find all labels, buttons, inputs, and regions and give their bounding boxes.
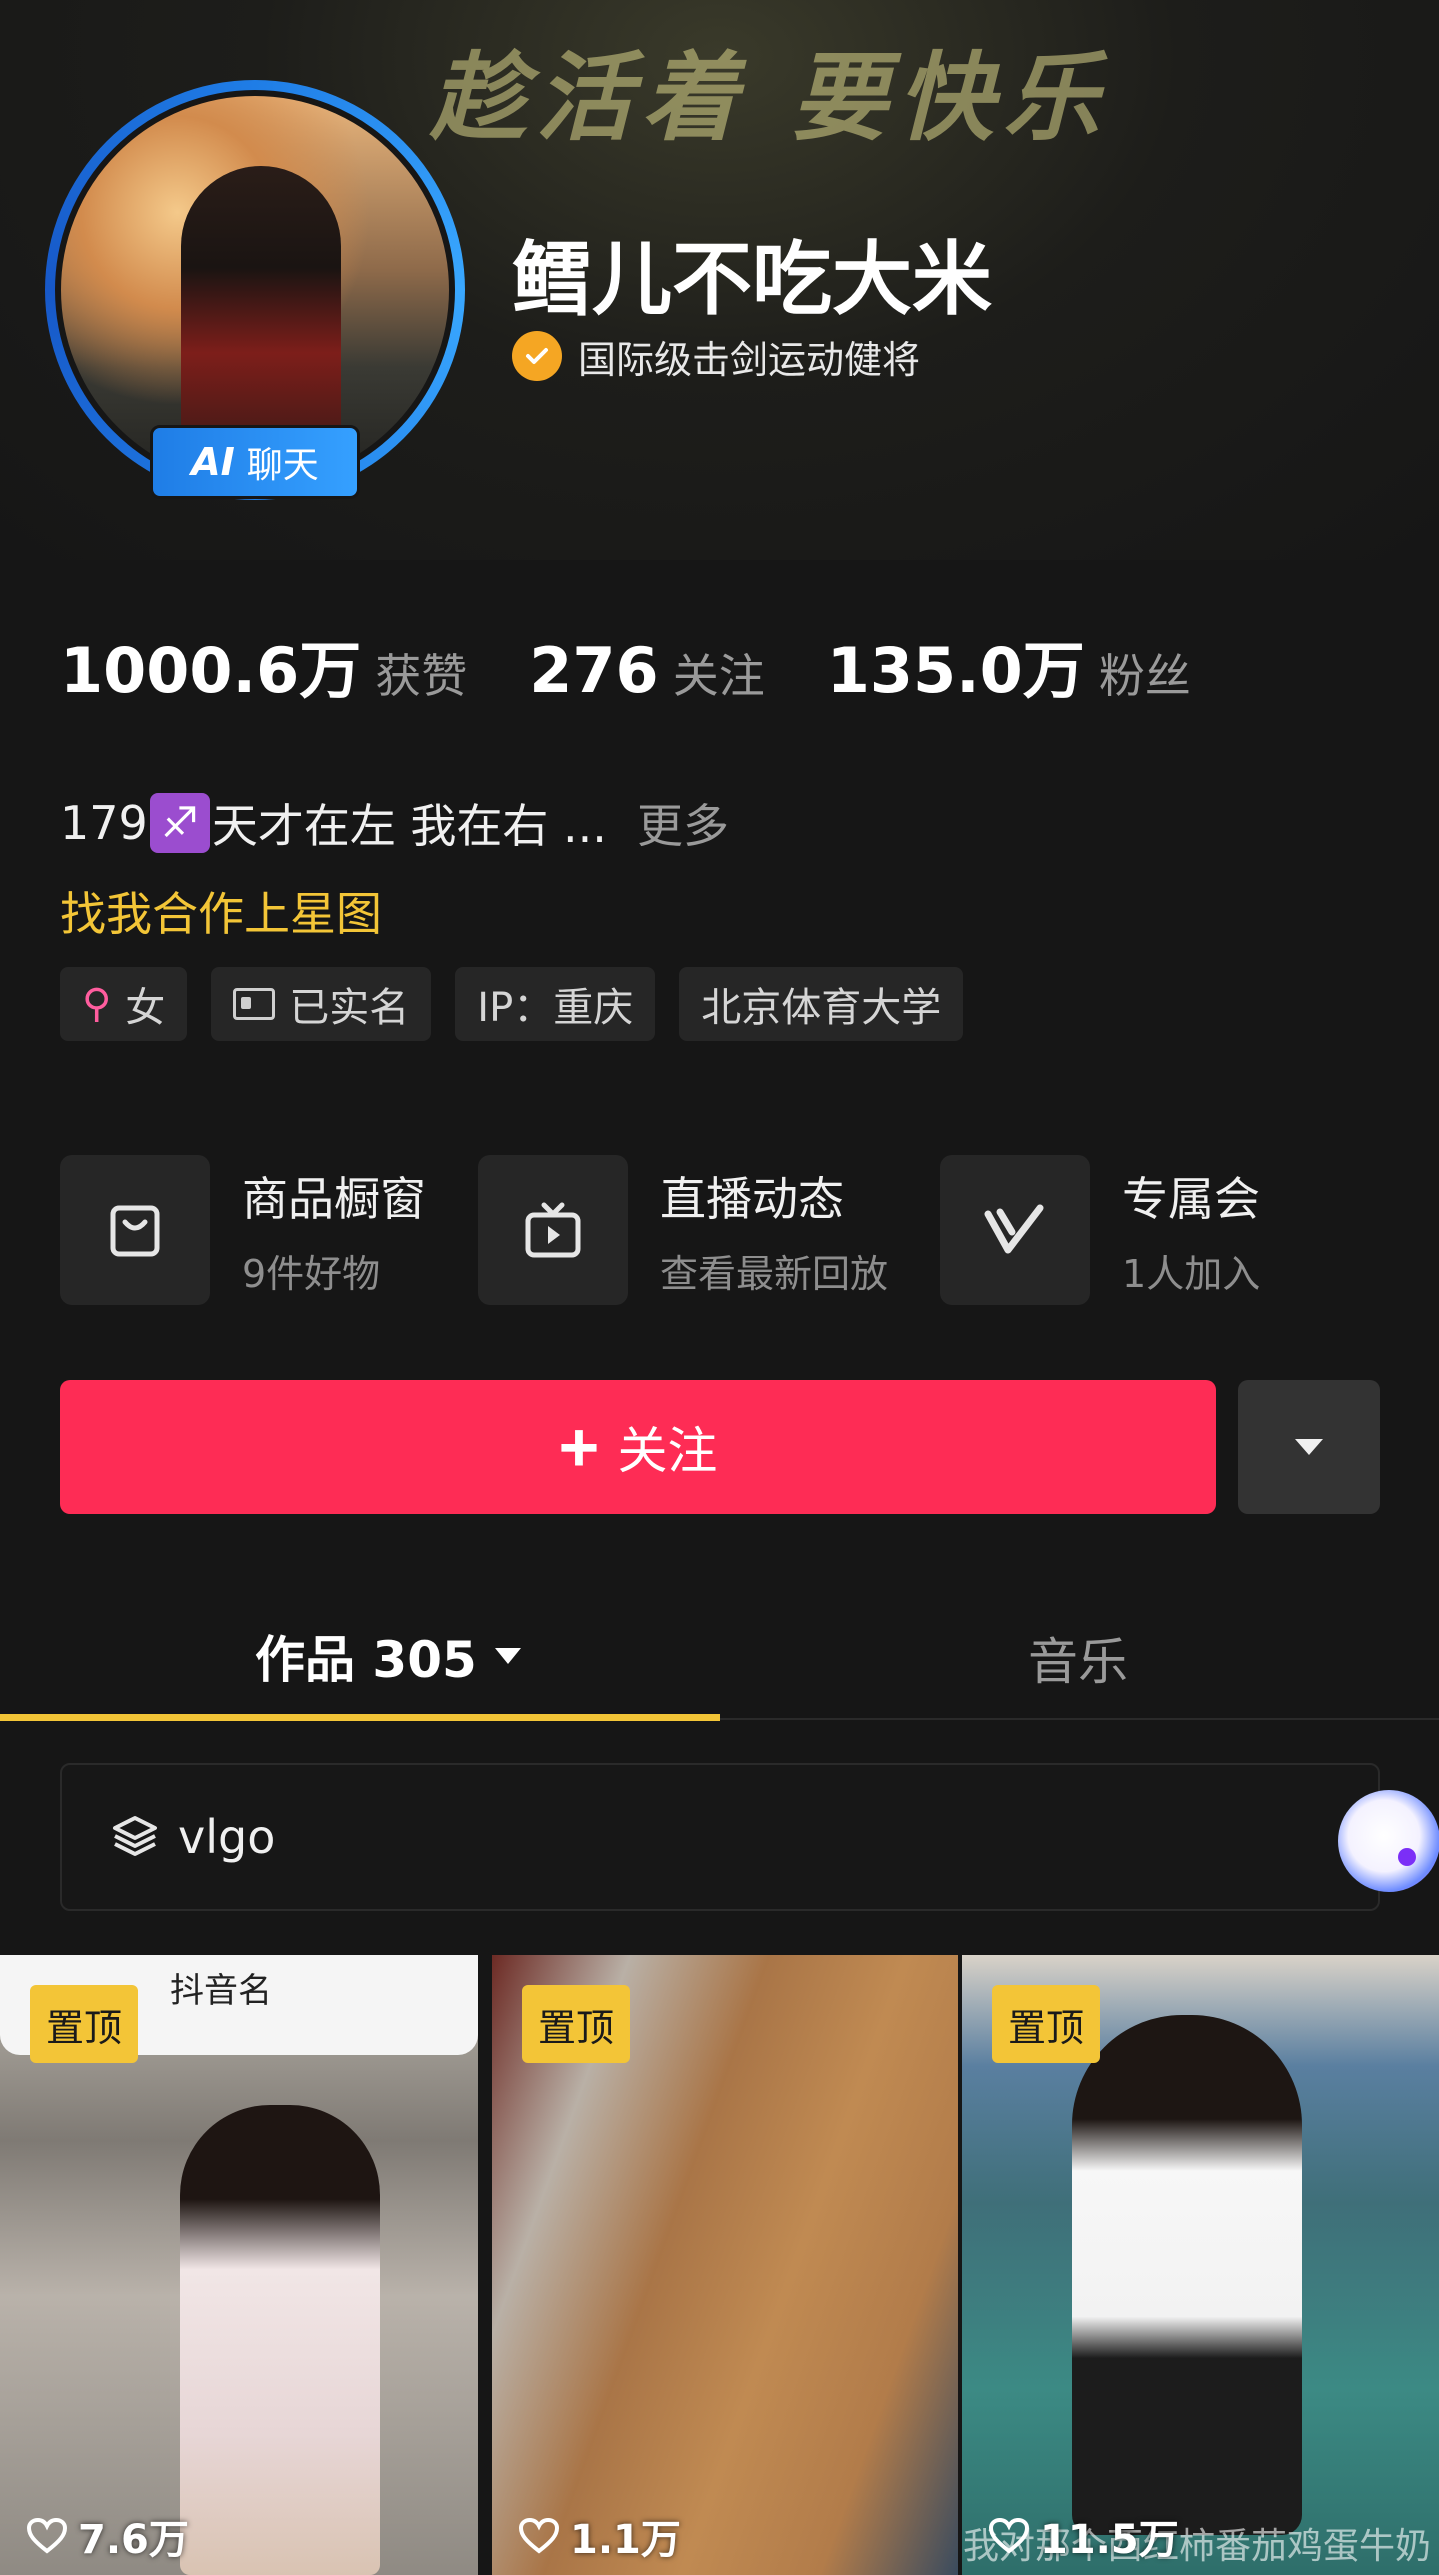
shop-window-title: 商品橱窗 [242,1171,426,1226]
verified-name-label: 已实名 [289,985,410,1031]
pinned-badge: 置顶 [522,1985,631,2063]
likes-count[interactable]: 1000.6万 [60,620,361,710]
video-thumbnail-2[interactable]: 置顶 1.1万 [492,1955,958,2575]
caret-down-icon [494,1648,521,1664]
membership-card[interactable]: 专属会 1人加入 [940,1155,1260,1305]
verification-row: 国际级击剑运动健将 [512,330,920,382]
like-count-value: 1.1万 [570,2517,681,2563]
ai-badge-label: 聊天 [246,445,319,486]
gender-label: 女 [125,985,166,1031]
heart-icon [988,2517,1030,2554]
follow-label: 关注 [617,1423,718,1479]
floating-assistant-button[interactable] [1338,1790,1439,1892]
like-count-value: 11.5万 [1040,2517,1179,2563]
membership-subtitle: 1人加入 [1122,1251,1261,1296]
pinned-badge: 置顶 [992,1985,1101,2063]
verified-name-tag: 已实名 [211,967,432,1041]
video-thumbnail-1[interactable]: 抖音名 置顶 7.6万 [0,1955,478,2575]
assistant-dot-icon [1398,1848,1416,1866]
tab-active-indicator [0,1714,720,1721]
live-updates-title: 直播动态 [660,1171,844,1226]
sagittarius-icon: ♐ [149,793,210,853]
likes-label[interactable]: 获赞 [375,640,467,706]
stats-row: 1000.6万 获赞 276 关注 135.0万 粉丝 [60,620,1253,710]
bio: 179 ♐ 天才在左 我在右 ... 更多 [60,790,729,856]
video-thumbnail-3[interactable]: 置顶 我对那个西红柿番茄鸡蛋牛奶 11.5万 [962,1955,1439,2575]
plus-icon: + [558,1408,600,1486]
like-count: 7.6万 [26,2507,189,2565]
like-count: 1.1万 [518,2507,681,2565]
shop-window-subtitle: 9件好物 [242,1251,381,1296]
heart-icon [26,2517,68,2554]
v-membership-icon [940,1155,1091,1305]
like-count: 11.5万 [988,2507,1179,2565]
live-updates-card[interactable]: 直播动态 查看最新回放 [478,1155,888,1305]
collection-row[interactable]: vlgo [60,1763,1380,1911]
ip-location-tag: IP：重庆 [455,967,656,1041]
like-count-value: 7.6万 [78,2517,189,2563]
membership-title: 专属会 [1122,1171,1261,1226]
followers-label[interactable]: 粉丝 [1099,640,1191,706]
shop-window-card[interactable]: 商品橱窗 9件好物 [60,1155,426,1305]
ip-location-label: IP：重庆 [477,985,634,1031]
banner-text: 趁活着 要快乐 [430,41,1110,154]
tab-works-label: 作品 305 [255,1631,477,1689]
bio-more-link[interactable]: 更多 [637,790,729,856]
verification-text: 国际级击剑运动健将 [578,337,921,382]
star-map-link[interactable]: 找我合作上星图 [60,878,382,944]
chevron-down-icon [1295,1439,1323,1455]
following-count[interactable]: 276 [529,634,658,707]
followers-count[interactable]: 135.0万 [827,620,1085,710]
profile-tags: ⚲ 女 已实名 IP：重庆 北京体育大学 [60,967,964,1041]
gender-tag: ⚲ 女 [60,967,188,1041]
id-card-icon [233,988,276,1020]
layers-icon [113,1816,157,1856]
video-overlay-text: 抖音名 [170,1971,272,2011]
ai-badge-prefix: AI [191,440,235,484]
following-label[interactable]: 关注 [673,640,765,706]
live-updates-subtitle: 查看最新回放 [660,1251,889,1296]
verified-check-icon [512,331,562,381]
more-options-button[interactable] [1238,1380,1380,1514]
school-label: 北京体育大学 [701,985,942,1031]
tab-works[interactable]: 作品 305 [255,1620,525,1692]
collection-label: vlgo [178,1810,276,1864]
feature-cards: 商品橱窗 9件好物 直播动态 查看最新回放 专属会 1人加入 [60,1155,1439,1305]
female-icon: ⚲ [82,981,112,1027]
heart-icon [518,2517,560,2554]
tab-music[interactable]: 音乐 [1028,1622,1128,1694]
bio-text: 天才在左 我在右 ... [211,799,607,853]
pinned-badge: 置顶 [30,1985,139,2063]
bio-prefix: 179 [60,796,148,850]
ai-chat-badge[interactable]: AI 聊天 [150,425,360,499]
profile-name: 鳕儿不吃大米 [512,233,992,326]
shopping-bag-icon [60,1155,210,1305]
video-subject [1072,2015,1302,2535]
video-subject [180,2105,380,2575]
live-tv-icon [478,1155,628,1305]
school-tag[interactable]: 北京体育大学 [679,967,964,1041]
follow-button[interactable]: + 关注 [60,1380,1216,1514]
